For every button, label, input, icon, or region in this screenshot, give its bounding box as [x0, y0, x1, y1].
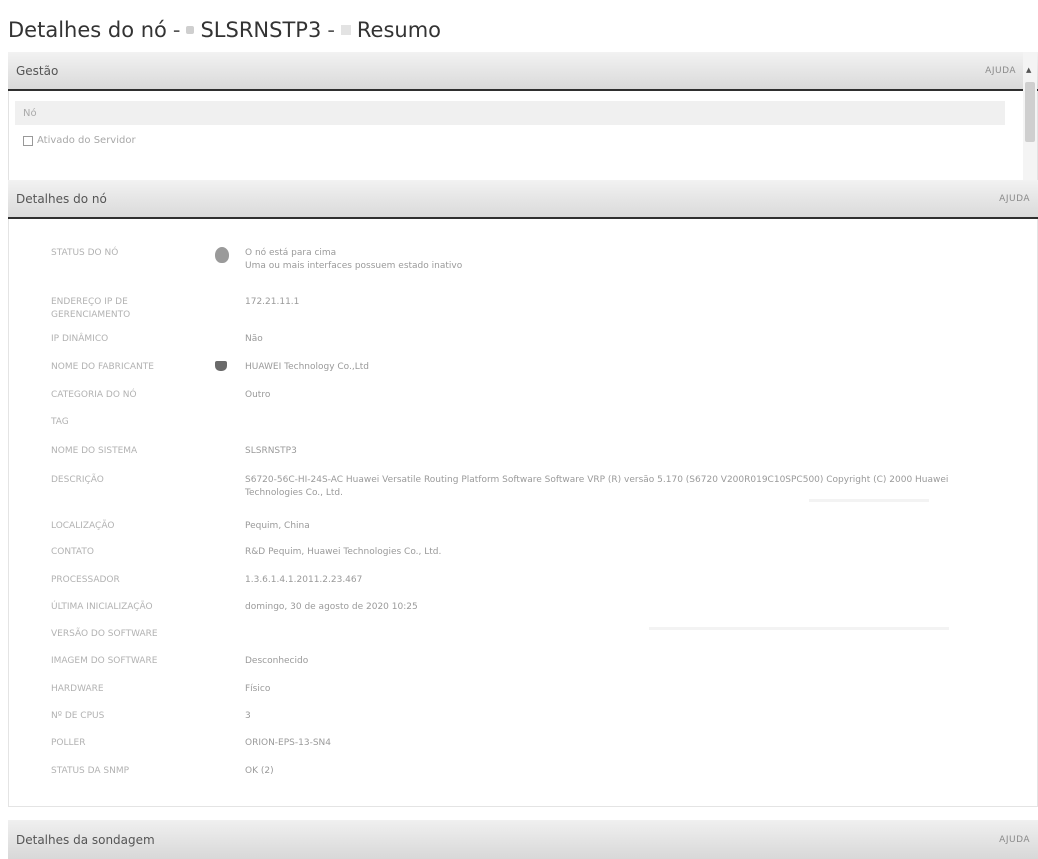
detail-row-value: Não: [245, 334, 263, 344]
detail-row-label: ÚLTIMA INICIALIZAÇÃO: [51, 602, 153, 612]
detail-row-label: IMAGEM DO SOFTWARE: [51, 656, 158, 666]
detail-row-label: TAG: [51, 417, 69, 427]
node-details-help-link[interactable]: AJUDA: [999, 194, 1030, 204]
detail-row-value: domingo, 30 de agosto de 2020 10:25: [245, 602, 418, 612]
detail-row-label: LOCALIZAÇÃO: [51, 521, 115, 531]
detail-row-value: 3: [245, 711, 251, 721]
node-details-panel: Detalhes do nó AJUDA STATUS DO NÓ O nó es…: [8, 180, 1038, 807]
polling-details-title: Detalhes da sondagem: [16, 832, 155, 847]
detail-row-value: S6720-56C-HI-24S-AC Huawei Versatile Rou…: [245, 475, 949, 498]
vendor-icon: [215, 361, 227, 371]
detail-row-label: HARDWARE: [51, 684, 104, 694]
polling-details-header: Detalhes da sondagem AJUDA: [8, 820, 1038, 859]
management-checkbox-label: Ativado do Servidor: [37, 135, 136, 146]
page-title: Detalhes do nó - SLSRNSTP3 - Resumo: [8, 16, 441, 44]
detail-row-label: IP DINÂMICO: [51, 334, 109, 344]
management-panel-header: Gestão AJUDA: [8, 52, 1038, 91]
page-title-node-name: SLSRNSTP3: [200, 18, 322, 42]
management-help-link[interactable]: AJUDA: [985, 66, 1016, 76]
detail-row-label: Nº DE CPUS: [51, 711, 105, 721]
management-node-field: Nó: [15, 101, 1005, 125]
detail-row-value: Outro: [245, 390, 271, 400]
detail-row-value: HUAWEI Technology Co.,Ltd: [245, 362, 370, 372]
page-title-node-details: Detalhes do nó: [8, 18, 167, 42]
title-separator-2: -: [327, 18, 335, 42]
detail-row-value: O nó está para cima Uma ou mais interfac…: [245, 248, 463, 271]
detail-row-label: STATUS DO NÓ: [51, 248, 119, 258]
detail-row-label: ENDEREÇO IP DE GERENCIAMENTO: [51, 297, 131, 320]
management-node-label: Nó: [23, 107, 37, 119]
node-details-body: STATUS DO NÓ O nó está para cima Uma ou m…: [8, 219, 1038, 807]
detail-row-label: CATEGORIA DO NÓ: [51, 390, 137, 400]
detail-row-label: DESCRIÇÃO: [51, 475, 104, 485]
polling-details-panel: Detalhes da sondagem AJUDA: [8, 820, 1038, 859]
management-panel-title: Gestão: [16, 63, 59, 78]
checkbox-icon[interactable]: [23, 135, 33, 146]
detail-row-label: PROCESSADOR: [51, 575, 120, 585]
polling-details-help-link[interactable]: AJUDA: [999, 835, 1030, 845]
page-title-view: Resumo: [356, 18, 442, 42]
detail-row-label: NOME DO FABRICANTE: [51, 362, 154, 372]
detail-row-label: STATUS DA SNMP: [51, 766, 130, 776]
detail-row-value: Pequim, China: [245, 521, 310, 531]
detail-row-value: Físico: [245, 684, 271, 694]
title-separator: -: [172, 18, 181, 42]
node-details-title: Detalhes do nó: [16, 191, 107, 206]
detail-row-value: R&D Pequim, Huawei Technologies Co., Ltd…: [245, 547, 442, 557]
detail-row-value: SLSRNSTP3: [245, 446, 297, 456]
scrollbar-thumb[interactable]: [1025, 82, 1035, 142]
detail-row-value: ORION-EPS-13-SN4: [245, 738, 332, 748]
detail-row-value: 172.21.11.1: [245, 297, 300, 307]
view-icon: [340, 25, 351, 35]
background-artifact: [649, 627, 949, 630]
detail-row-value: OK (2): [245, 766, 274, 776]
detail-row-value: Desconhecido: [245, 656, 309, 666]
detail-row-label: NOME DO SISTEMA: [51, 446, 138, 456]
detail-row-label: CONTATO: [51, 547, 94, 557]
detail-row-label: VERSÃO DO SOFTWARE: [51, 629, 158, 639]
management-checkbox-row[interactable]: Ativado do Servidor: [23, 135, 136, 146]
detail-row-value: 1.3.6.1.4.1.2011.2.23.467: [245, 575, 363, 585]
node-status-icon: [186, 26, 195, 34]
scroll-up-icon[interactable]: ▲: [1026, 66, 1031, 74]
detail-row-label: POLLER: [51, 738, 86, 748]
node-details-header: Detalhes do nó AJUDA: [8, 180, 1038, 219]
status-icon: [215, 247, 229, 263]
